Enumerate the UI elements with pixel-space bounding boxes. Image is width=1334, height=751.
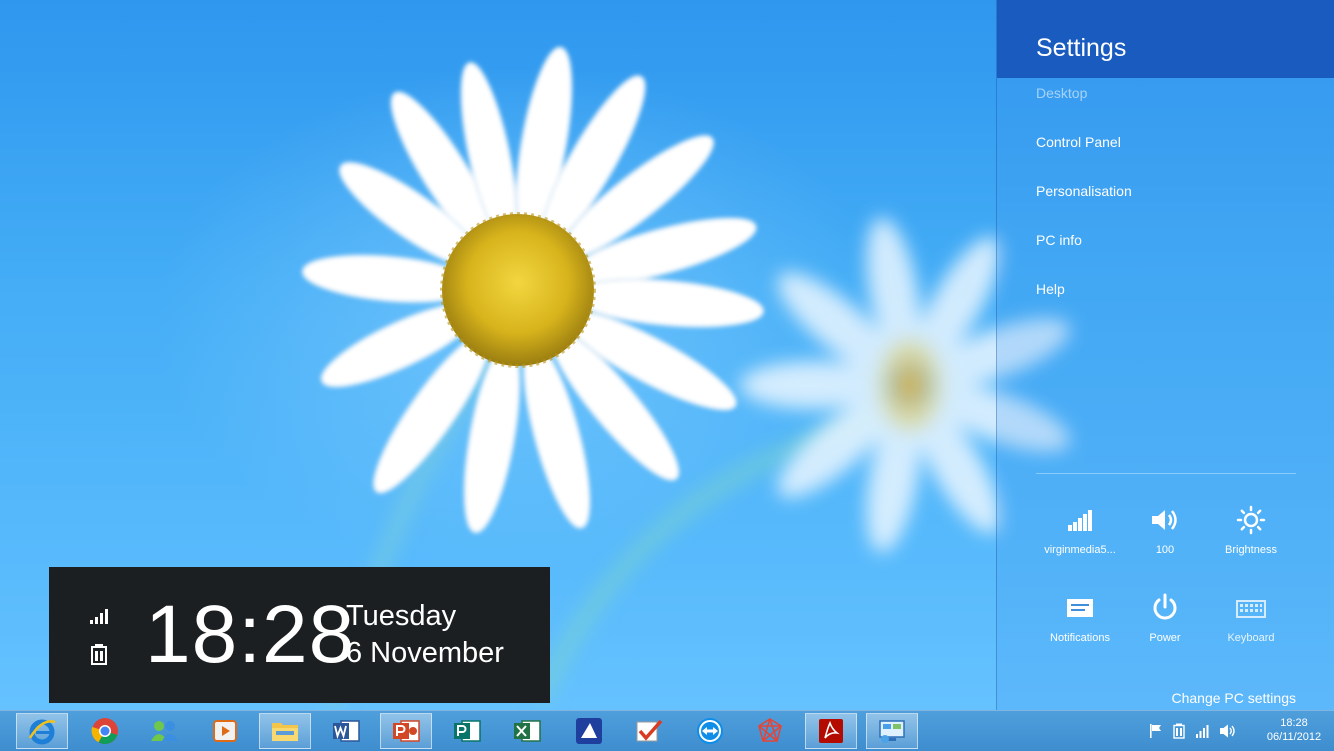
battery-charging-icon bbox=[91, 644, 107, 665]
clock-time: 18:28 bbox=[145, 589, 356, 680]
menu-item-desktop[interactable]: Desktop bbox=[1036, 84, 1087, 102]
taskbar: 18:28 06/11/2012 bbox=[0, 710, 1334, 751]
internet-explorer-icon bbox=[28, 719, 56, 745]
taskbar-powerpoint[interactable] bbox=[380, 713, 432, 749]
power-icon bbox=[1153, 593, 1177, 620]
power-tile[interactable]: Power bbox=[1120, 593, 1210, 653]
taskbar-messenger[interactable] bbox=[139, 713, 191, 749]
app-blue-icon bbox=[576, 718, 602, 744]
brightness-icon bbox=[1236, 505, 1266, 535]
taskbar-media-player[interactable] bbox=[199, 713, 251, 749]
tray-signal-icon[interactable] bbox=[1195, 723, 1211, 739]
folder-icon bbox=[272, 723, 298, 741]
remote-desktop-icon bbox=[879, 720, 905, 743]
taskbar-todo-check[interactable] bbox=[623, 713, 675, 749]
taskbar-teamviewer[interactable] bbox=[684, 713, 736, 749]
menu-item-pc-info[interactable]: PC info bbox=[1036, 231, 1082, 249]
checkmark-icon bbox=[636, 719, 663, 742]
menu-item-personalisation[interactable]: Personalisation bbox=[1036, 182, 1132, 200]
clock-date: 6 November bbox=[346, 637, 504, 669]
taskbar-network-app[interactable] bbox=[744, 713, 796, 749]
volume-tile[interactable]: 100 bbox=[1120, 505, 1210, 565]
taskbar-excel[interactable] bbox=[501, 713, 553, 749]
brightness-tile[interactable]: Brightness bbox=[1206, 505, 1296, 565]
settings-charm-pane: Settings Desktop Control Panel Personali… bbox=[996, 0, 1334, 710]
keyboard-label: Keyboard bbox=[1227, 632, 1275, 644]
excel-icon bbox=[514, 720, 541, 742]
quick-settings-divider bbox=[1036, 473, 1296, 474]
tray-clock-time[interactable]: 18:28 bbox=[1262, 716, 1326, 730]
taskbar-file-explorer[interactable] bbox=[259, 713, 311, 749]
taskbar-word[interactable] bbox=[320, 713, 372, 749]
tray-clock-date[interactable]: 06/11/2012 bbox=[1262, 730, 1326, 744]
publisher-icon bbox=[454, 720, 481, 742]
menu-item-control-panel[interactable]: Control Panel bbox=[1036, 133, 1121, 151]
notifications-icon bbox=[1067, 599, 1093, 617]
change-pc-settings-link[interactable]: Change PC settings bbox=[1171, 690, 1296, 706]
keyboard-tile[interactable]: Keyboard bbox=[1206, 593, 1296, 653]
action-center-flag-icon[interactable] bbox=[1149, 723, 1163, 739]
tray-battery-icon[interactable] bbox=[1172, 723, 1186, 739]
media-player-icon bbox=[213, 720, 237, 742]
lock-clock-panel: 18:28 Tuesday 6 November bbox=[49, 567, 550, 703]
taskbar-chrome[interactable] bbox=[79, 713, 131, 749]
notifications-label: Notifications bbox=[1050, 632, 1110, 644]
signal-icon bbox=[90, 609, 108, 624]
keyboard-icon bbox=[1236, 600, 1266, 618]
network-label: virginmedia5... bbox=[1044, 544, 1116, 556]
settings-header: Settings bbox=[997, 0, 1334, 78]
clock-day: Tuesday bbox=[346, 600, 457, 632]
brightness-label: Brightness bbox=[1225, 544, 1277, 556]
notifications-tile[interactable]: Notifications bbox=[1035, 593, 1125, 653]
taskbar-publisher[interactable] bbox=[441, 713, 493, 749]
taskbar-remote-desktop[interactable] bbox=[866, 713, 918, 749]
settings-title: Settings bbox=[1036, 34, 1127, 62]
taskbar-acrobat[interactable] bbox=[805, 713, 857, 749]
speaker-icon bbox=[1152, 510, 1177, 530]
volume-label: 100 bbox=[1155, 544, 1175, 556]
acrobat-icon bbox=[819, 719, 843, 743]
powerpoint-icon bbox=[393, 720, 420, 742]
network-app-icon bbox=[758, 718, 782, 742]
taskbar-internet-explorer[interactable] bbox=[16, 713, 68, 749]
network-tile[interactable]: virginmedia5... bbox=[1035, 505, 1125, 565]
menu-item-help[interactable]: Help bbox=[1036, 280, 1065, 298]
word-icon bbox=[333, 720, 360, 742]
messenger-icon bbox=[151, 721, 178, 741]
chrome-icon bbox=[91, 718, 118, 745]
taskbar-app-blue[interactable] bbox=[563, 713, 615, 749]
wifi-signal-icon bbox=[1068, 510, 1092, 531]
teamviewer-icon bbox=[697, 718, 723, 744]
tray-volume-icon[interactable] bbox=[1219, 723, 1237, 739]
power-label: Power bbox=[1149, 632, 1181, 644]
